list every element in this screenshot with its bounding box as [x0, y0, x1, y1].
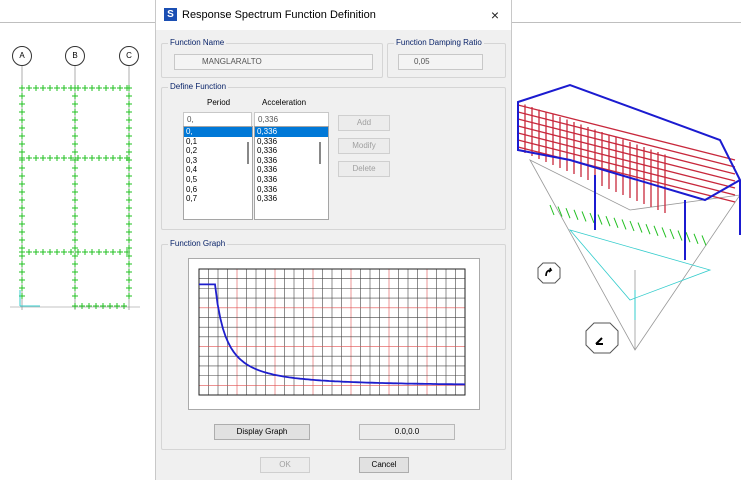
period-column-header: Period: [207, 98, 231, 107]
acceleration-input[interactable]: 0,336: [254, 112, 329, 127]
dialog-title-bar[interactable]: S Response Spectrum Function Definition …: [156, 0, 511, 30]
3d-support-mark: [637, 222, 643, 233]
3d-support-mark: [605, 216, 611, 227]
display-graph-button[interactable]: Display Graph: [214, 424, 310, 440]
3d-support-mark: [693, 233, 699, 244]
3d-support-mark: [653, 225, 659, 236]
period-list[interactable]: 0, 0,1 0,2 0,3 0,4 0,5 0,6 0,7: [183, 126, 253, 220]
3d-support-mark: [629, 220, 635, 232]
spectrum-chart: [198, 268, 466, 396]
frame-beam: [517, 132, 736, 189]
3d-support-mark: [573, 209, 579, 220]
3d-support-mark: [661, 227, 667, 238]
period-list-scrollbar[interactable]: [245, 128, 251, 218]
3d-support-mark: [677, 230, 683, 241]
dialog-title: Response Spectrum Function Definition: [182, 9, 376, 21]
graph-coordinate-readout: 0.0,0.0: [359, 424, 455, 440]
delete-button[interactable]: Delete: [338, 161, 390, 177]
define-function-label: Define Function: [168, 82, 229, 91]
function-name-field[interactable]: MANGLARALTO: [174, 54, 373, 70]
function-graph-label: Function Graph: [168, 239, 228, 248]
3d-support-mark: [565, 208, 571, 219]
period-list-item[interactable]: 0,2: [184, 146, 252, 156]
plan-drawing: [10, 66, 140, 310]
period-list-item[interactable]: 0,1: [184, 137, 252, 147]
close-button[interactable]: ×: [485, 5, 505, 25]
function-name-group: Function Name MANGLARALTO: [161, 38, 383, 78]
3d-support-mark: [685, 232, 691, 243]
ok-button[interactable]: OK: [260, 457, 310, 473]
plan-view-canvas[interactable]: A B C: [0, 0, 155, 480]
modify-button[interactable]: Modify: [338, 138, 390, 154]
damping-ratio-field[interactable]: 0,05: [398, 54, 483, 70]
period-list-item[interactable]: 0,6: [184, 185, 252, 195]
3d-support-mark: [589, 212, 595, 224]
period-list-item[interactable]: 0,5: [184, 175, 252, 185]
3d-support-mark: [621, 219, 627, 230]
app-logo-icon: S: [164, 8, 177, 21]
damping-ratio-group: Function Damping Ratio 0,05: [387, 38, 506, 78]
acceleration-column-header: Acceleration: [262, 98, 307, 107]
period-list-item[interactable]: 0,: [184, 127, 252, 137]
3d-support-mark: [613, 217, 619, 228]
period-scroll-thumb[interactable]: [247, 142, 249, 164]
rotate-z-icon[interactable]: [537, 262, 561, 284]
3d-view-canvas[interactable]: [510, 0, 741, 480]
frame-beam: [517, 118, 736, 175]
3d-support-mark: [581, 211, 587, 222]
acceleration-scroll-thumb[interactable]: [319, 142, 321, 164]
3d-support-mark: [701, 235, 707, 246]
function-name-label: Function Name: [168, 38, 227, 47]
add-button[interactable]: Add: [338, 115, 390, 131]
3d-support-mark: [645, 224, 651, 235]
acceleration-list[interactable]: 0,336 0,336 0,336 0,336 0,336 0,336 0,336 0,336: [254, 126, 329, 220]
period-list-item[interactable]: 0,4: [184, 165, 252, 175]
period-list-item[interactable]: 0,7: [184, 194, 252, 204]
cancel-button[interactable]: Cancel: [359, 457, 409, 473]
function-graph-plot[interactable]: [188, 258, 480, 410]
3d-model-drawing: [517, 83, 741, 351]
damping-ratio-label: Function Damping Ratio: [394, 38, 484, 47]
frame-beam: [517, 111, 736, 168]
3d-support-mark: [597, 214, 603, 225]
frame-beam: [517, 139, 736, 196]
3d-support-mark: [669, 228, 675, 240]
period-input[interactable]: 0,: [183, 112, 252, 127]
period-list-item[interactable]: 0,3: [184, 156, 252, 166]
axis-view-icon[interactable]: [585, 322, 619, 354]
acceleration-list-scrollbar[interactable]: [317, 128, 323, 218]
response-spectrum-dialog: S Response Spectrum Function Definition …: [155, 0, 512, 480]
3d-support-mark: [549, 204, 555, 216]
